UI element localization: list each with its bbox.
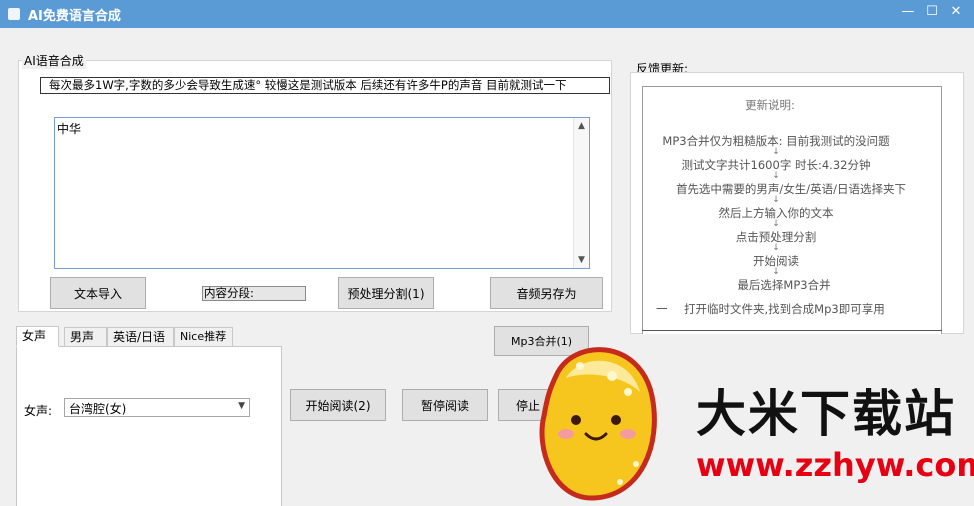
flow-arrow-icon: ↓	[772, 243, 780, 253]
watermark-url-text: www.zzhyw.com	[696, 446, 974, 484]
minimize-button[interactable]: —	[896, 2, 920, 22]
preprocess-button[interactable]: 预处理分割(1)	[338, 277, 434, 309]
tab-male[interactable]: 男声	[64, 327, 107, 347]
notice-bar: 每次最多1W字,字数的多少会导致生成速° 较慢这是测试版本 后续还有许多牛P的声…	[40, 77, 610, 94]
import-text-button[interactable]: 文本导入	[50, 277, 146, 309]
voice-select-value: 台湾腔(女)	[69, 402, 127, 416]
scroll-down-icon[interactable]: ▼	[574, 255, 589, 265]
flow-arrow-icon: ↓	[772, 147, 780, 157]
text-input-content: 中华	[57, 122, 82, 136]
flow-arrow-icon: ↓	[772, 219, 780, 229]
watermark-url: www.zzhyw.com	[696, 446, 974, 484]
text-input-area[interactable]: 中华 ▲ ▼	[54, 117, 590, 269]
bullet-dash: 一	[656, 302, 668, 316]
pause-read-button[interactable]: 暂停阅读	[402, 389, 488, 421]
voice-tab-panel	[16, 346, 282, 506]
window-title: AI免费语言合成	[28, 9, 121, 24]
title-bar	[0, 0, 974, 28]
segments-field: 内容分段:	[202, 286, 306, 301]
app-icon	[8, 8, 20, 20]
tts-group-title: AI语音合成	[22, 52, 86, 69]
feedback-divider	[642, 330, 942, 331]
tab-english-japanese[interactable]: 英语/日语	[107, 327, 174, 347]
feedback-line: 打开临时文件夹,找到合成Mp3即可享用	[684, 302, 885, 316]
voice-label: 女声:	[24, 404, 53, 418]
watermark-site-name: 大米下载站	[696, 385, 956, 443]
maximize-button[interactable]: ☐	[920, 2, 944, 22]
feedback-line: 最后选择MP3合并	[737, 278, 831, 292]
feedback-line: 首先选中需要的男声/女生/英语/日语选择夹下	[675, 182, 907, 196]
flow-arrow-icon: ↓	[772, 195, 780, 205]
segments-label: 内容分段:	[204, 286, 254, 300]
start-read-button[interactable]: 开始阅读(2)	[290, 389, 386, 421]
chevron-down-icon[interactable]: ▼	[238, 401, 245, 411]
close-button[interactable]: ✕	[944, 2, 968, 22]
tab-female[interactable]: 女声	[16, 326, 59, 347]
feedback-heading: 更新说明:	[745, 98, 795, 112]
tab-nice-recommend[interactable]: Nice推荐	[174, 327, 233, 347]
voice-select[interactable]: 台湾腔(女) ▼	[64, 398, 250, 417]
text-scrollbar[interactable]: ▲ ▼	[573, 118, 589, 268]
flow-arrow-icon: ↓	[772, 267, 780, 277]
save-audio-button[interactable]: 音频另存为	[490, 277, 603, 309]
scroll-up-icon[interactable]: ▲	[574, 121, 589, 131]
mascot-logo-image	[539, 347, 657, 501]
flow-arrow-icon: ↓	[772, 171, 780, 181]
